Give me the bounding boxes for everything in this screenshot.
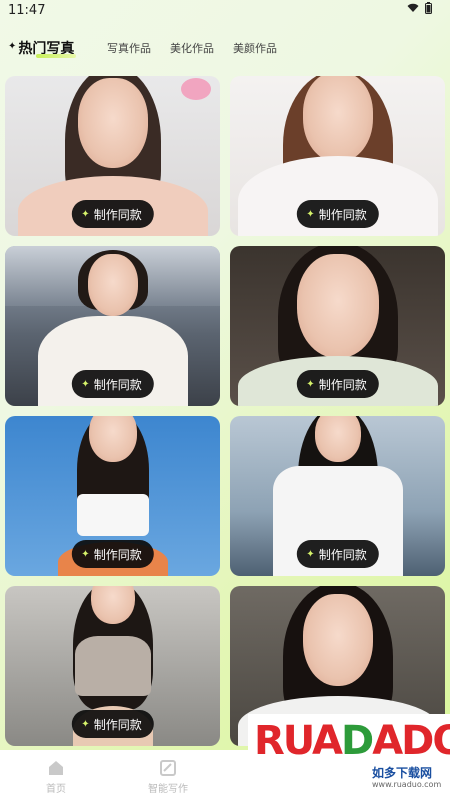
status-bar: 11:47 xyxy=(0,0,450,22)
edit-icon xyxy=(160,760,176,776)
sparkle-icon: ✦ xyxy=(81,548,90,560)
home-icon xyxy=(49,761,63,775)
tab-beautify-works[interactable]: 美化作品 xyxy=(170,40,214,56)
status-time: 11:47 xyxy=(8,3,46,18)
photo-card[interactable]: ✦ 制作同款 xyxy=(230,246,445,406)
photo-card[interactable]: ✦ 制作同款 xyxy=(5,76,220,236)
make-same-button[interactable]: ✦ 制作同款 xyxy=(71,200,154,228)
tab-portrait-works[interactable]: 写真作品 xyxy=(107,40,151,56)
make-same-button[interactable]: ✦ 制作同款 xyxy=(296,540,379,568)
make-same-button[interactable]: ✦ 制作同款 xyxy=(296,200,379,228)
status-icons xyxy=(407,2,432,14)
sparkle-icon: ✦ xyxy=(306,378,315,390)
category-tabs: ✦ 热门写真 写真作品 美化作品 美颜作品 xyxy=(0,36,450,62)
sparkle-icon: ✦ xyxy=(81,718,90,730)
nav-item-smart-writing[interactable]: 智能写作 xyxy=(138,760,198,795)
sparkle-icon: ✦ xyxy=(81,378,90,390)
photo-card[interactable]: ✦ 制作同款 xyxy=(230,76,445,236)
make-same-button[interactable]: ✦ 制作同款 xyxy=(296,370,379,398)
wifi-icon xyxy=(407,3,419,12)
nav-item-home[interactable]: 首页 xyxy=(26,760,86,795)
photo-card[interactable]: ✦ 制作同款 xyxy=(230,416,445,576)
sparkle-icon: ✦ xyxy=(306,548,315,560)
photo-card[interactable]: ✦ 制作同款 xyxy=(5,586,220,746)
make-same-button[interactable]: ✦ 制作同款 xyxy=(71,710,154,738)
watermark-logo: RUADADO xyxy=(254,718,450,764)
make-same-button[interactable]: ✦ 制作同款 xyxy=(71,370,154,398)
watermark-subtitle: 如多下载网 xyxy=(372,766,433,780)
photo-card[interactable]: ✦ 制作同款 xyxy=(5,246,220,406)
watermark-url: www.ruaduo.com xyxy=(372,780,442,789)
photo-card[interactable]: ✦ 制作同款 xyxy=(5,416,220,576)
tab-beauty-works[interactable]: 美颜作品 xyxy=(233,40,277,56)
sparkle-icon: ✦ xyxy=(306,208,315,220)
watermark: RUADADO 如多下载网 www.ruaduo.com xyxy=(248,714,450,800)
active-tab-indicator xyxy=(36,54,76,58)
make-same-button[interactable]: ✦ 制作同款 xyxy=(71,540,154,568)
battery-icon xyxy=(425,2,432,14)
sparkle-icon: ✦ xyxy=(81,208,90,220)
sparkle-icon: ✦ xyxy=(8,41,17,52)
